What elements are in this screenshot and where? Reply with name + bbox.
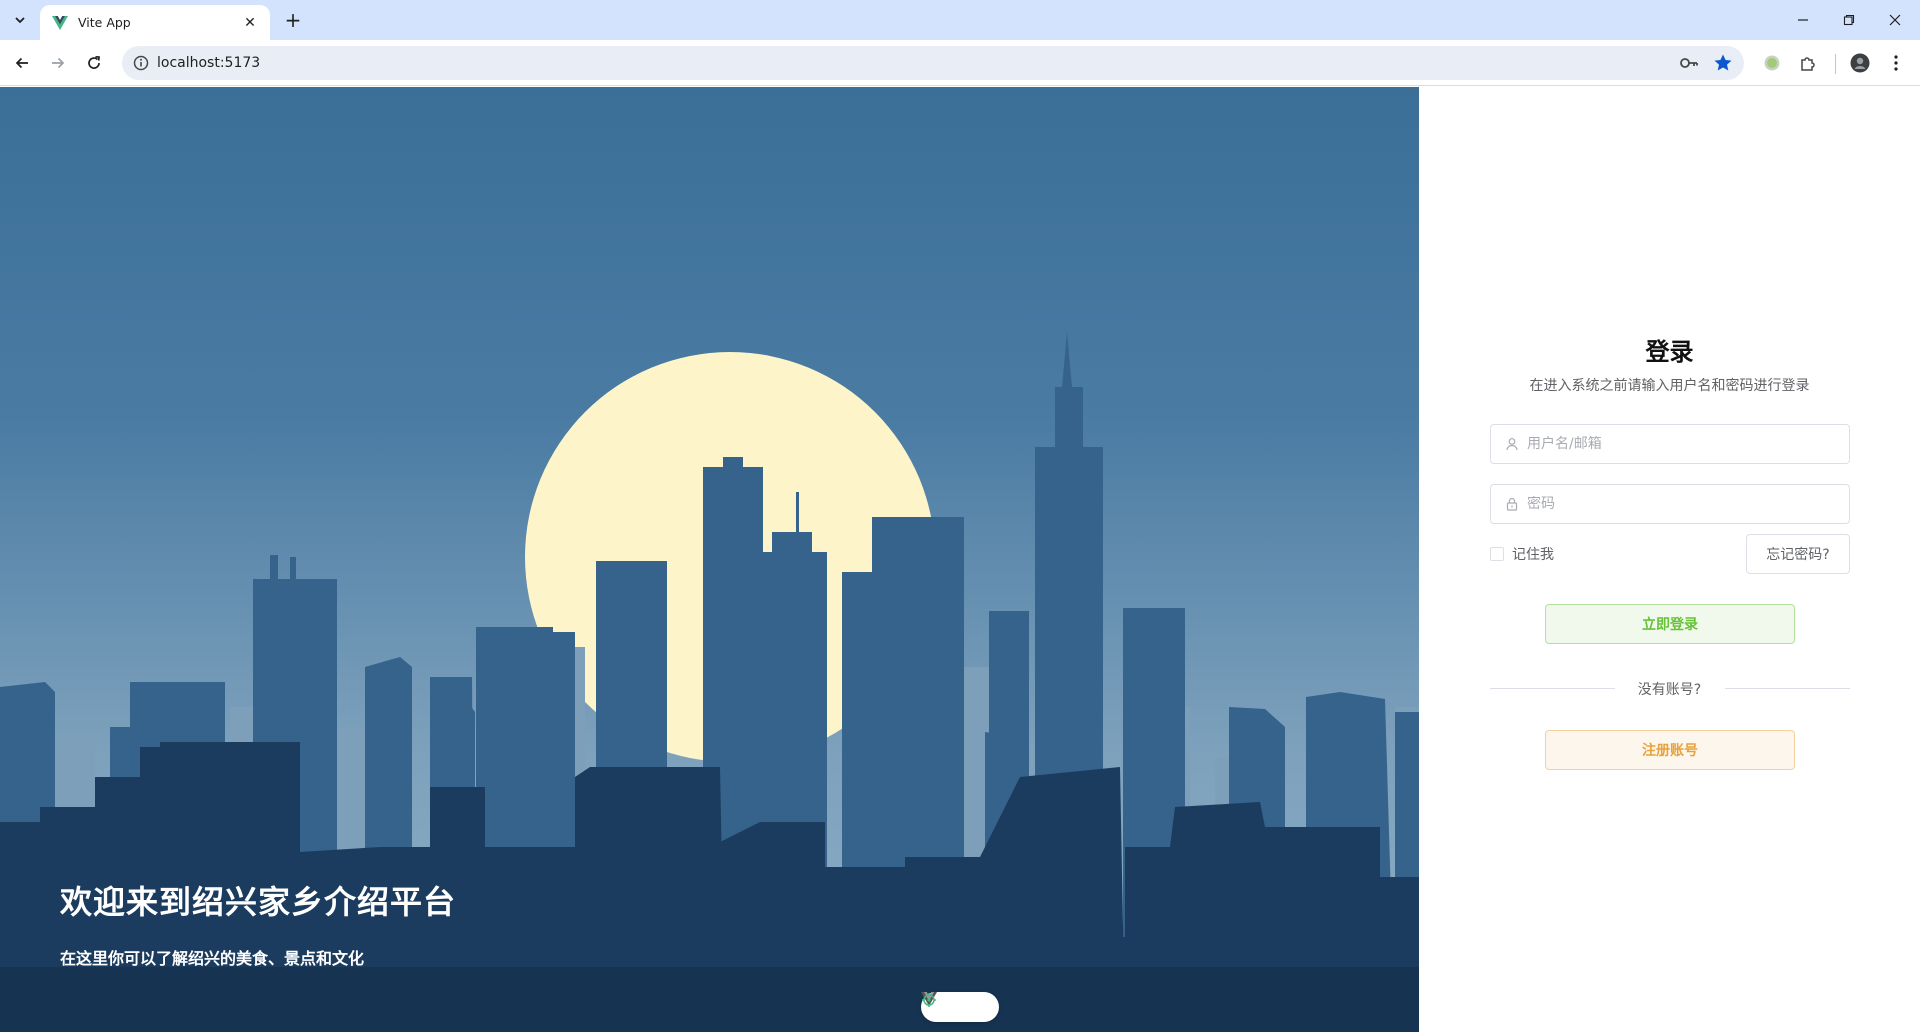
lock-icon — [1505, 497, 1519, 511]
password-field[interactable] — [1490, 484, 1850, 524]
divider-right — [1725, 688, 1850, 689]
user-icon — [1505, 437, 1519, 451]
register-button[interactable]: 注册账号 — [1545, 730, 1795, 770]
vue-devtools-toggle[interactable] — [921, 992, 999, 1022]
username-field[interactable] — [1490, 424, 1850, 464]
more-menu-icon[interactable] — [1884, 51, 1908, 75]
ground-shadow — [0, 967, 1419, 1032]
browser-tabstrip: Vite App ✕ + — [0, 0, 1920, 40]
back-arrow-icon[interactable] — [8, 49, 36, 77]
username-input[interactable] — [1527, 436, 1827, 452]
puzzle-icon[interactable] — [1796, 51, 1820, 75]
login-button[interactable]: 立即登录 — [1545, 604, 1795, 644]
reload-icon[interactable] — [80, 49, 108, 77]
divider-text: 没有账号? — [1637, 682, 1702, 698]
login-subtitle: 在进入系统之前请输入用户名和密码进行登录 — [1529, 378, 1810, 394]
hero-banner: 欢迎来到绍兴家乡介绍平台 在这里你可以了解绍兴的美食、景点和文化 — [0, 87, 1419, 1032]
close-window-icon[interactable] — [1872, 0, 1918, 40]
hero-subtitle: 在这里你可以了解绍兴的美食、景点和文化 — [60, 949, 365, 968]
star-icon[interactable] — [1713, 53, 1733, 73]
password-input[interactable] — [1527, 496, 1827, 512]
vue-logo-icon — [52, 15, 68, 30]
remember-checkbox[interactable] — [1490, 547, 1504, 561]
remember-me[interactable]: 记住我 — [1490, 544, 1554, 564]
restore-icon[interactable] — [1826, 0, 1872, 40]
tab-search-chevron-icon[interactable] — [7, 7, 33, 33]
hero-title: 欢迎来到绍兴家乡介绍平台 — [60, 883, 457, 921]
browser-tab[interactable]: Vite App ✕ — [40, 5, 270, 40]
forward-arrow-icon[interactable] — [44, 49, 72, 77]
url-text[interactable]: localhost:5173 — [157, 46, 260, 80]
key-icon[interactable] — [1679, 54, 1699, 72]
close-tab-icon[interactable]: ✕ — [240, 13, 260, 33]
minimize-icon[interactable] — [1780, 0, 1826, 40]
remember-label: 记住我 — [1512, 547, 1554, 563]
avatar[interactable] — [1848, 51, 1872, 75]
browser-toolbar: localhost:5173 — [0, 40, 1920, 86]
login-panel: 登录 在进入系统之前请输入用户名和密码进行登录 记住我 忘记密码? 立即登录 没… — [1419, 87, 1920, 1032]
login-title: 登录 — [1645, 338, 1694, 366]
new-tab-icon[interactable]: + — [281, 8, 305, 32]
crosshair-icon — [922, 993, 936, 1007]
tab-title: Vite App — [78, 15, 131, 30]
address-bar[interactable]: localhost:5173 — [122, 46, 1744, 80]
profile-extension-icon[interactable] — [1760, 51, 1784, 75]
info-icon[interactable] — [132, 54, 150, 72]
toolbar-separator — [1835, 54, 1836, 74]
forgot-password-button[interactable]: 忘记密码? — [1746, 534, 1850, 574]
